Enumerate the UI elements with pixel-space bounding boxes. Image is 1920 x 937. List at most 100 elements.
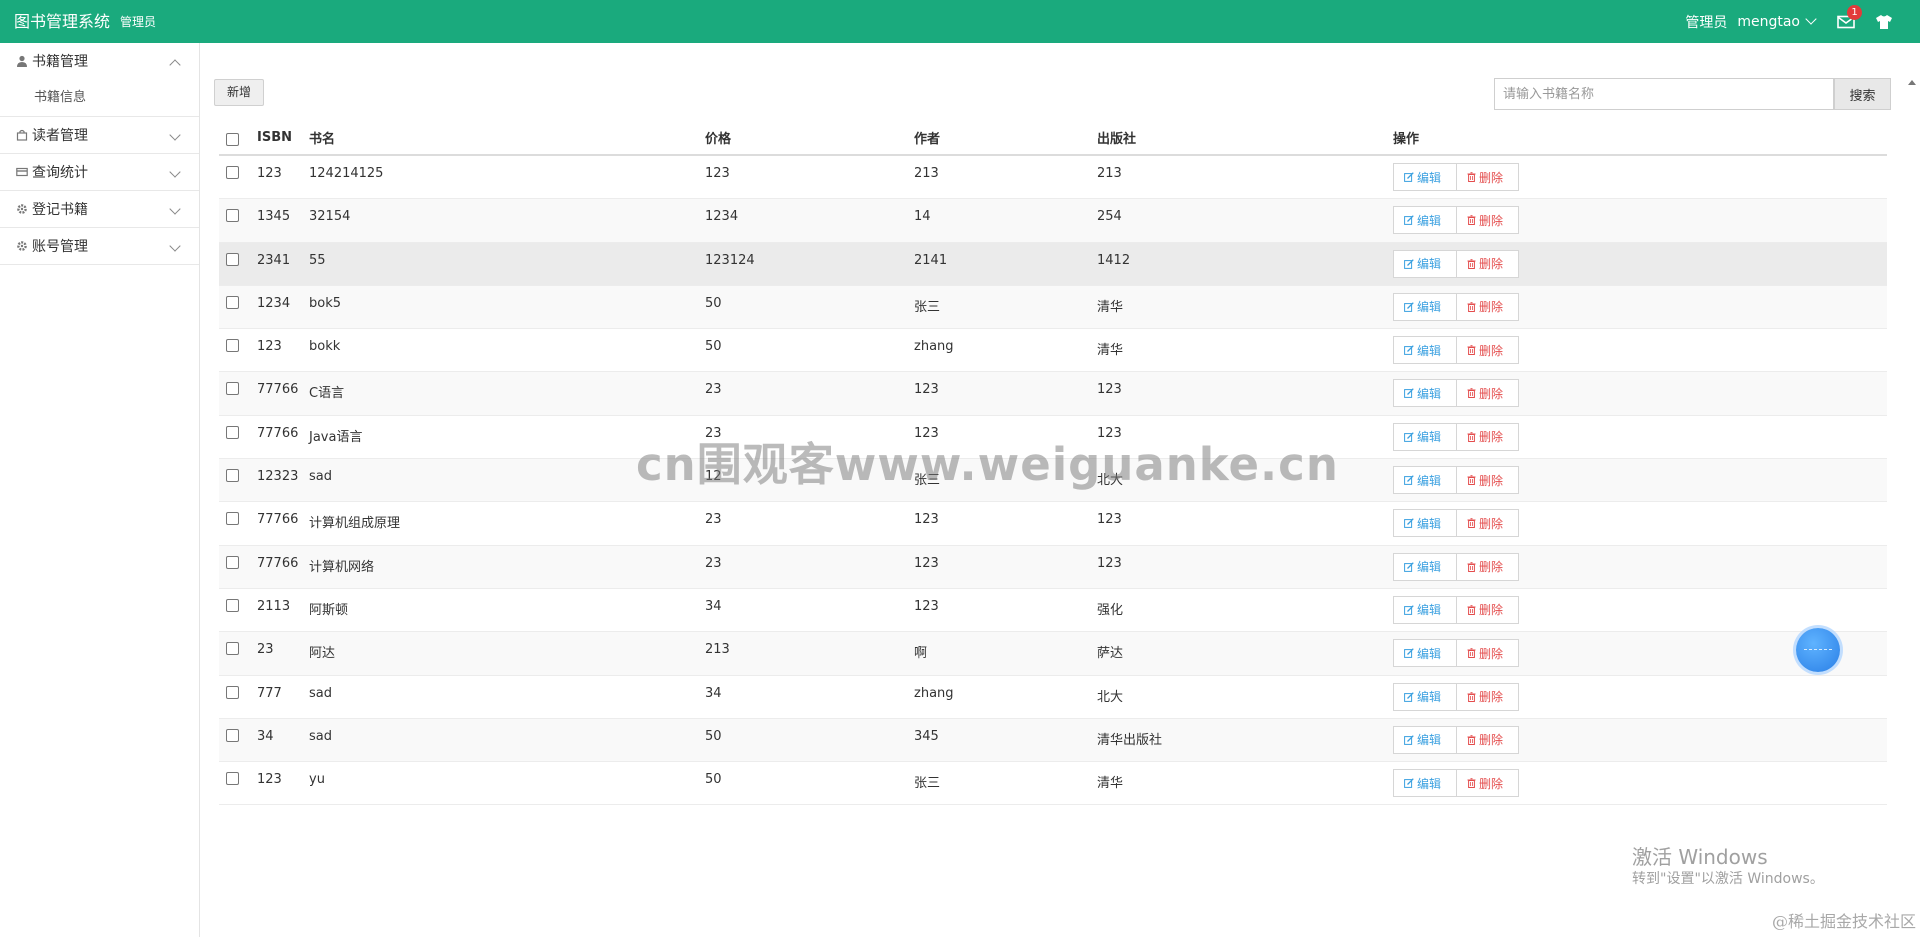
edit-button[interactable]: 编辑: [1393, 292, 1457, 321]
delete-button[interactable]: 删除: [1457, 336, 1519, 365]
cell-price: 34: [705, 685, 722, 701]
user-menu[interactable]: mengtao: [1737, 13, 1817, 30]
cell-publisher: 萨达: [1097, 646, 1124, 662]
sidebar-item-readers[interactable]: 读者管理: [0, 117, 199, 153]
edit-button[interactable]: 编辑: [1393, 206, 1457, 235]
delete-label: 删除: [1479, 560, 1504, 575]
edit-button[interactable]: 编辑: [1393, 552, 1457, 581]
sidebar-subitem-book-info[interactable]: 书籍信息: [0, 79, 199, 116]
edit-label: 编辑: [1417, 516, 1442, 531]
row-checkbox[interactable]: [226, 469, 239, 483]
edit-label: 编辑: [1417, 213, 1442, 228]
search-input[interactable]: [1494, 78, 1834, 110]
row-checkbox[interactable]: [226, 555, 239, 569]
row-checkbox[interactable]: [226, 382, 239, 396]
delete-button[interactable]: 删除: [1457, 682, 1519, 711]
row-checkbox[interactable]: [226, 685, 239, 699]
cell-author: zhang: [914, 339, 954, 355]
select-all-checkbox[interactable]: [226, 133, 239, 146]
row-checkbox[interactable]: [226, 425, 239, 439]
edit-button[interactable]: 编辑: [1393, 466, 1457, 495]
edit-button[interactable]: 编辑: [1393, 163, 1457, 191]
edit-button[interactable]: 编辑: [1393, 682, 1457, 711]
row-checkbox[interactable]: [226, 512, 239, 526]
delete-label: 删除: [1479, 603, 1504, 618]
edit-button[interactable]: 编辑: [1393, 379, 1457, 408]
row-select-cell: [226, 243, 239, 285]
delete-button[interactable]: 删除: [1457, 292, 1519, 321]
sidebar-item-label: 登记书籍: [32, 202, 88, 218]
delete-button[interactable]: 删除: [1457, 639, 1519, 668]
cell-name: sad: [309, 685, 332, 701]
delete-button[interactable]: 删除: [1457, 422, 1519, 451]
edit-label: 编辑: [1417, 473, 1442, 488]
delete-button[interactable]: 删除: [1457, 769, 1519, 798]
row-checkbox[interactable]: [226, 598, 239, 612]
edit-icon: [1404, 172, 1414, 182]
cell-isbn: 12323: [257, 469, 299, 485]
edit-button[interactable]: 编辑: [1393, 249, 1457, 278]
delete-button[interactable]: 删除: [1457, 725, 1519, 754]
edit-button[interactable]: 编辑: [1393, 509, 1457, 538]
row-checkbox[interactable]: [226, 642, 239, 656]
sidebar-item-register[interactable]: 登记书籍: [0, 191, 199, 227]
floating-assistant-button[interactable]: [1796, 628, 1840, 672]
edit-label: 编辑: [1417, 646, 1442, 661]
row-checkbox[interactable]: [226, 295, 239, 309]
delete-label: 删除: [1479, 776, 1504, 791]
delete-button[interactable]: 删除: [1457, 163, 1519, 191]
row-checkbox[interactable]: [226, 728, 239, 742]
table-header: ISBN 书名 价格 作者 出版社 操作: [219, 121, 1887, 156]
cell-isbn: 23: [257, 642, 274, 658]
chevron-down-icon: [169, 240, 181, 252]
edit-button[interactable]: 编辑: [1393, 595, 1457, 624]
row-checkbox[interactable]: [226, 339, 239, 353]
cell-author: 啊: [914, 646, 928, 662]
edit-button[interactable]: 编辑: [1393, 336, 1457, 365]
edit-button[interactable]: 编辑: [1393, 725, 1457, 754]
mail-button[interactable]: 1: [1837, 4, 1862, 29]
add-book-button[interactable]: 新增: [214, 79, 264, 106]
sidebar-item-stats[interactable]: 查询统计: [0, 154, 199, 190]
edit-button[interactable]: 编辑: [1393, 769, 1457, 798]
sidebar-item-accounts[interactable]: 账号管理: [0, 228, 199, 264]
cell-isbn: 77766: [257, 425, 299, 441]
top-header: 图书管理系统 管理员 管理员 mengtao 1: [0, 0, 1920, 43]
table-row: 77766 计算机组成原理 23 123 123 编辑 删除: [219, 502, 1887, 546]
delete-button[interactable]: 删除: [1457, 206, 1519, 235]
cell-price: 123: [705, 166, 730, 181]
search-button[interactable]: 搜索: [1834, 78, 1891, 110]
delete-button[interactable]: 删除: [1457, 552, 1519, 581]
table-row: 1345 32154 1234 14 254 编辑 删除: [219, 199, 1887, 243]
row-checkbox[interactable]: [226, 166, 239, 179]
edit-button[interactable]: 编辑: [1393, 639, 1457, 668]
delete-button[interactable]: 删除: [1457, 595, 1519, 624]
cell-publisher: 清华: [1097, 343, 1124, 359]
table-row: 34 sad 50 345 清华出版社 编辑 删除: [219, 718, 1887, 763]
edit-label: 编辑: [1417, 386, 1442, 401]
sidebar-item-label: 查询统计: [32, 165, 88, 181]
scroll-up-arrow-icon[interactable]: [1908, 80, 1916, 85]
edit-button[interactable]: 编辑: [1393, 422, 1457, 451]
cell-ops: 编辑 删除: [1393, 329, 1519, 371]
delete-button[interactable]: 删除: [1457, 509, 1519, 538]
theme-button[interactable]: [1875, 14, 1893, 30]
edit-icon: [1404, 215, 1414, 226]
cell-publisher: 1412: [1097, 252, 1131, 268]
cell-name: bokk: [309, 339, 341, 355]
table-row: 2113 阿斯顿 34 123 强化 编辑 删除: [219, 589, 1887, 633]
sidebar-item-books[interactable]: 书籍管理: [0, 43, 199, 79]
menu-group-books: 书籍管理 书籍信息: [0, 43, 199, 117]
row-actions: 编辑 删除: [1393, 595, 1519, 624]
edit-icon: [1404, 778, 1414, 789]
row-checkbox[interactable]: [226, 772, 239, 786]
row-select-cell: [226, 459, 239, 501]
row-checkbox[interactable]: [226, 209, 239, 223]
table-row: 23 阿达 213 啊 萨达 编辑 删除: [219, 632, 1887, 676]
row-checkbox[interactable]: [226, 252, 239, 266]
delete-button[interactable]: 删除: [1457, 466, 1519, 495]
delete-button[interactable]: 删除: [1457, 249, 1519, 278]
cell-publisher: 213: [1097, 166, 1122, 181]
chevron-up-icon: [169, 59, 181, 71]
delete-button[interactable]: 删除: [1457, 379, 1519, 408]
